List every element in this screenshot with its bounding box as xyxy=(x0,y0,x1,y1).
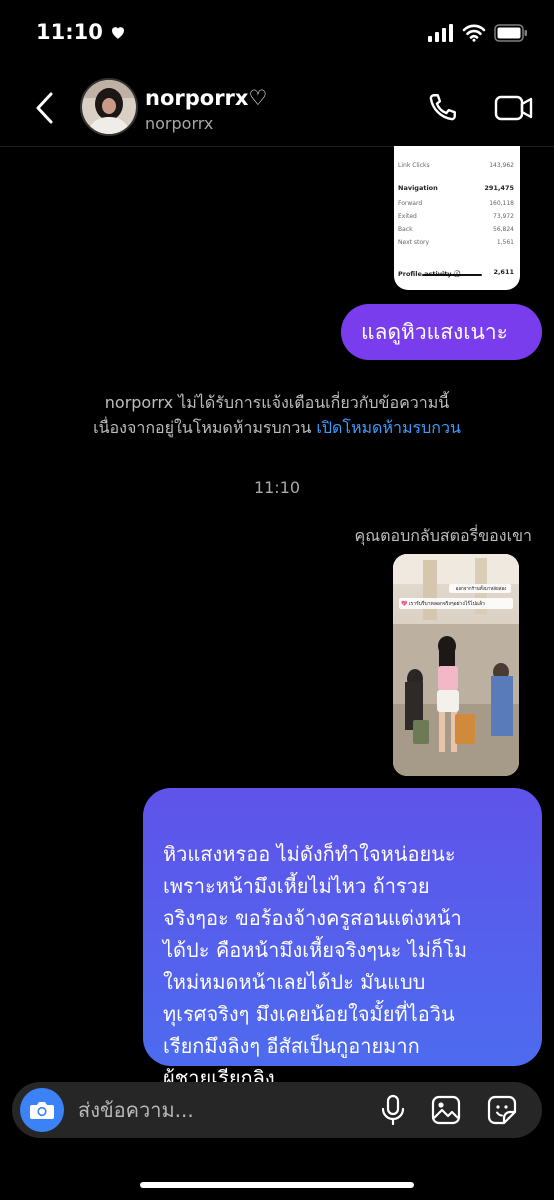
insights-value: 291,475 xyxy=(484,184,514,192)
shared-insights-image[interactable]: Link Clicks 143,962 Navigation 291,475 For… xyxy=(394,146,520,290)
insights-row: Exited 73,972 xyxy=(398,213,514,220)
insights-label: Navigation xyxy=(398,184,438,192)
heart-icon xyxy=(111,27,124,39)
wifi-icon xyxy=(462,24,486,42)
insights-value: 2,611 xyxy=(493,268,514,276)
contact-handle[interactable]: norporrx xyxy=(145,114,213,133)
insights-row: Back 56,824 xyxy=(398,226,514,233)
video-camera-icon xyxy=(494,95,533,121)
insights-value: 73,972 xyxy=(493,213,514,220)
insights-row: Link Clicks 143,962 xyxy=(398,162,514,169)
dnd-notice: norporrx ไม่ได้รับการแจ้งเตือนเกี่ยวกับข… xyxy=(30,390,524,440)
cellular-signal-icon xyxy=(428,24,453,42)
insights-label: Back xyxy=(398,226,413,233)
insights-row: Profile activity ⓘ 2,611 xyxy=(398,268,514,278)
status-time: 11:10 xyxy=(36,20,127,44)
avatar[interactable] xyxy=(80,78,138,136)
clock-text: 11:10 xyxy=(36,20,103,44)
story-caption-main: 💖 เรารับรีบาหลอกจริงๆอย่างไร้ไปแล้ว xyxy=(401,601,485,607)
notice-line: norporrx ไม่ได้รับการแจ้งเตือนเกี่ยวกับข… xyxy=(104,393,450,412)
insights-label: Profile activity ⓘ xyxy=(398,270,460,278)
timestamp-divider: 11:10 xyxy=(253,478,301,497)
insights-row: Forward 160,118 xyxy=(398,200,514,207)
camera-icon xyxy=(30,1102,54,1119)
message-text: แลดูหิวแสงเนาะ xyxy=(361,319,508,344)
microphone-button[interactable] xyxy=(378,1094,408,1126)
sent-message-bubble[interactable]: แลดูหิวแสงเนาะ xyxy=(341,304,542,360)
story-caption-top: ออกจากร้านทั้งมาหลัยสอง xyxy=(455,587,507,592)
home-indicator xyxy=(140,1182,414,1188)
video-call-button[interactable] xyxy=(494,90,534,126)
insights-value: 143,962 xyxy=(489,162,514,169)
image-icon xyxy=(431,1095,461,1125)
story-reply-label: คุณตอบกลับสตอรี่ของเขา xyxy=(354,526,532,545)
insights-label: Link Clicks xyxy=(398,162,430,169)
insights-value: 160,118 xyxy=(489,200,514,207)
insights-label: Forward xyxy=(398,200,423,207)
home-bar-thumbnail xyxy=(422,274,482,276)
message-input[interactable] xyxy=(78,1082,358,1138)
message-composer xyxy=(12,1082,542,1138)
message-text: หิวแสงหรออ ไม่ดังก็ทำใจหน่อยนะ เพราะหน้า… xyxy=(163,842,468,1090)
insights-row: Navigation 291,475 xyxy=(398,184,514,192)
insights-row: Next story 1,561 xyxy=(398,239,514,246)
notice-text: เนื่องจากอยู่ในโหมดห้ามรบกวน xyxy=(93,418,312,437)
insights-value: 56,824 xyxy=(493,226,514,233)
sent-message-bubble[interactable]: หิวแสงหรออ ไม่ดังก็ทำใจหน่อยนะ เพราะหน้า… xyxy=(143,788,542,1090)
contact-name[interactable]: norporrx♡ xyxy=(145,86,267,110)
insights-value: 1,561 xyxy=(496,239,514,246)
insights-label: Next story xyxy=(398,239,430,246)
camera-button[interactable] xyxy=(20,1088,64,1132)
sticker-button[interactable] xyxy=(486,1094,518,1126)
status-bar: 11:10 xyxy=(0,0,554,70)
phone-icon xyxy=(429,94,456,121)
back-button[interactable] xyxy=(26,88,62,128)
insights-label: Exited xyxy=(398,213,417,220)
gallery-button[interactable] xyxy=(430,1094,462,1126)
notice-line: เนื่องจากอยู่ในโหมดห้ามรบกวน เปิดโหมดห้า… xyxy=(30,415,524,440)
microphone-icon xyxy=(381,1094,405,1126)
enable-dnd-link[interactable]: เปิดโหมดห้ามรบกวน xyxy=(316,418,461,437)
voice-call-button[interactable] xyxy=(424,90,460,126)
chevron-left-icon xyxy=(36,92,53,124)
status-icons xyxy=(428,24,528,42)
avatar-photo xyxy=(82,80,136,134)
chat-header: norporrx♡ norporrx xyxy=(0,70,554,147)
battery-icon xyxy=(494,24,527,42)
story-preview-card[interactable]: ออกจากร้านทั้งมาหลัยสอง 💖 เรารับรีบาหลอก… xyxy=(393,554,519,776)
sticker-icon xyxy=(487,1095,517,1125)
